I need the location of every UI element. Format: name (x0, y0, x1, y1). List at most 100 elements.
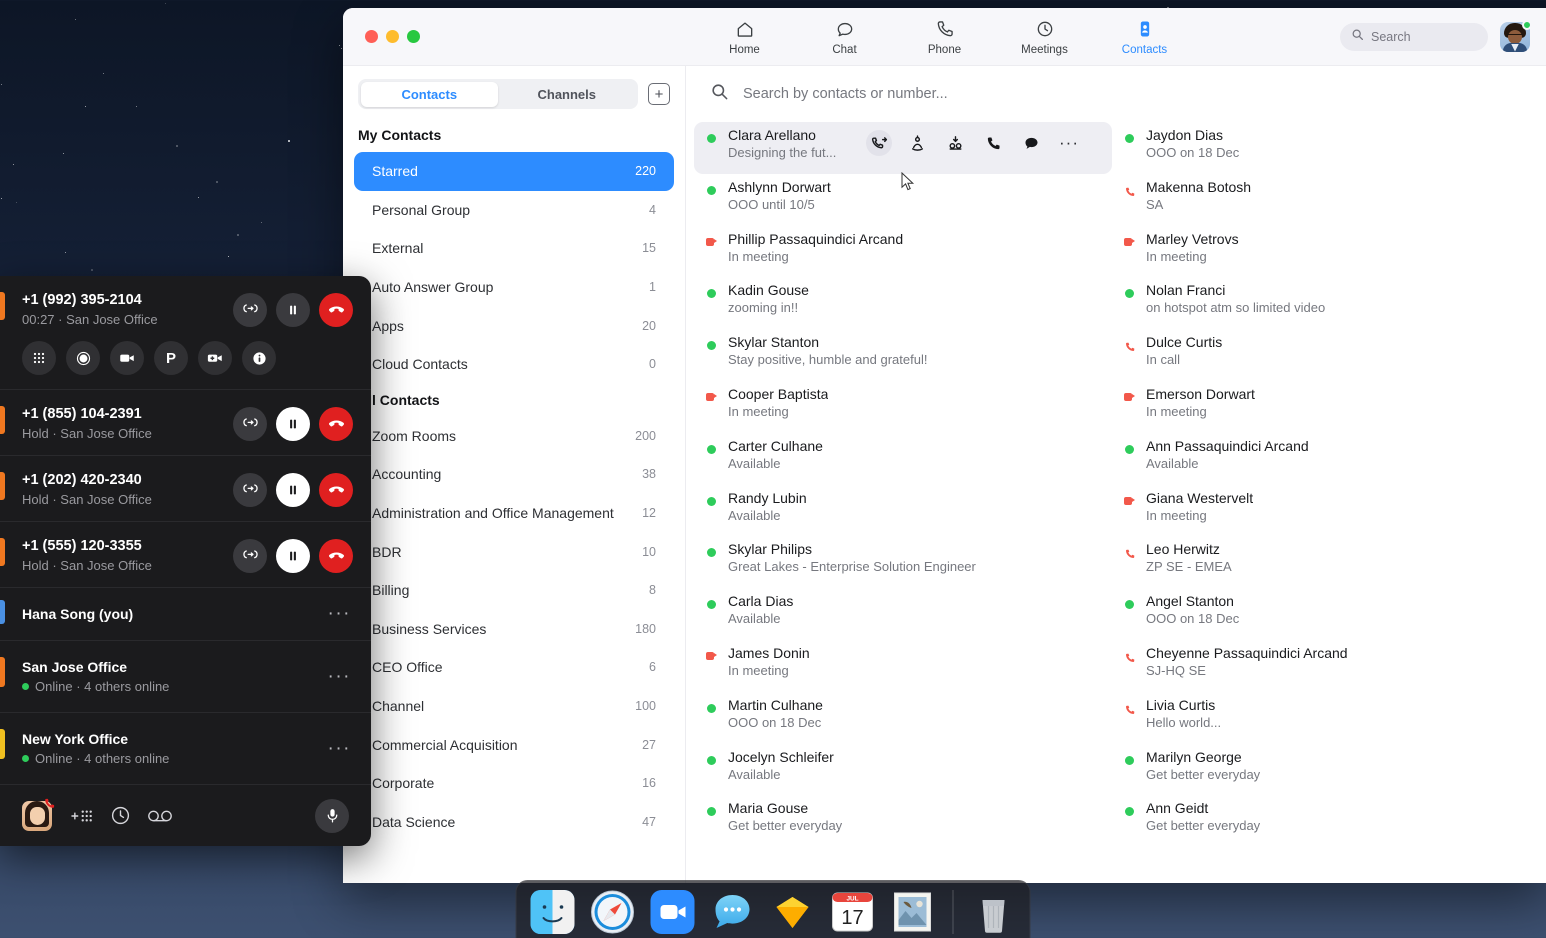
line-more-options-icon[interactable]: ··· (326, 741, 353, 757)
contacts-search-bar[interactable]: Search by contacts or number... (686, 66, 1546, 122)
contact-row[interactable]: Kadin Gousezooming in!! (694, 277, 1112, 329)
dialpad-icon[interactable] (22, 341, 56, 375)
add-dialpad-icon[interactable] (68, 807, 94, 825)
zoom-icon[interactable] (651, 890, 695, 934)
contact-row[interactable]: Nolan Francion hotspot atm so limited vi… (1112, 277, 1530, 329)
tab-channels[interactable]: Channels (498, 82, 636, 107)
sidebar-group-ceo-office[interactable]: CEO Office6 (354, 648, 674, 687)
nav-item-phone[interactable]: Phone (914, 18, 976, 56)
park-icon[interactable]: P (154, 341, 188, 375)
sidebar-group-commercial-acquisition[interactable]: Commercial Acquisition27 (354, 725, 674, 764)
contact-group-list[interactable]: My ContactsStarred220Personal Group4Exte… (343, 119, 685, 883)
contact-row[interactable]: Livia CurtisHello world... (1112, 692, 1530, 744)
contact-row[interactable]: Emerson DorwartIn meeting (1112, 381, 1530, 433)
transfer-call-button[interactable] (233, 293, 267, 327)
contact-row[interactable]: Makenna BotoshSA (1112, 174, 1530, 226)
history-clock-icon[interactable] (110, 805, 131, 826)
contact-row[interactable]: Angel StantonOOO on 18 Dec (1112, 588, 1530, 640)
contact-row[interactable]: Marilyn GeorgeGet better everyday (1112, 744, 1530, 796)
sidebar-group-starred[interactable]: Starred220 (354, 152, 674, 191)
end-call-button[interactable] (319, 539, 353, 573)
contact-row[interactable]: Ashlynn DorwartOOO until 10/5 (694, 174, 1112, 226)
sidebar-group-billing[interactable]: Billing8 (354, 571, 674, 610)
sidebar-group-personal-group[interactable]: Personal Group4 (354, 191, 674, 230)
contact-row[interactable]: Carter CulhaneAvailable (694, 433, 1112, 485)
safari-icon[interactable] (591, 890, 635, 934)
contact-row[interactable]: Dulce CurtisIn call (1112, 329, 1530, 381)
record-icon[interactable] (66, 341, 100, 375)
end-call-button[interactable] (319, 407, 353, 441)
end-call-button[interactable] (319, 473, 353, 507)
voicemail-icon[interactable] (147, 808, 173, 824)
photos-stamp-icon[interactable] (891, 890, 935, 934)
resume-button[interactable] (276, 473, 310, 507)
contact-row[interactable]: Ann GeidtGet better everyday (1112, 795, 1530, 847)
calendar-icon[interactable]: JUL17 (831, 890, 875, 934)
call-transfer-icon[interactable] (866, 130, 892, 156)
sketch-icon[interactable] (771, 890, 815, 934)
phone-call-icon[interactable] (980, 130, 1006, 156)
sidebar-group-administration-and-office-management[interactable]: Administration and Office Management12 (354, 494, 674, 533)
line-more-options-icon[interactable]: ··· (326, 606, 353, 622)
contact-row[interactable]: Skylar PhilipsGreat Lakes - Enterprise S… (694, 536, 1112, 588)
microphone-icon[interactable] (315, 799, 349, 833)
sidebar-group-data-science[interactable]: Data Science47 (354, 803, 674, 842)
contact-row[interactable]: James DoninIn meeting (694, 640, 1112, 692)
active-call-item[interactable]: +1 (555) 120-3355Hold · San Jose Office (0, 522, 371, 588)
user-avatar-small[interactable] (22, 801, 52, 831)
contact-row[interactable]: Carla DiasAvailable (694, 588, 1112, 640)
add-contact-button[interactable]: + (648, 83, 670, 105)
finder-icon[interactable] (531, 890, 575, 934)
sidebar-group-external[interactable]: External15 (354, 229, 674, 268)
trash-icon[interactable] (972, 890, 1016, 934)
sidebar-group-bdr[interactable]: BDR10 (354, 532, 674, 571)
contact-row[interactable]: Jocelyn SchleiferAvailable (694, 744, 1112, 796)
nav-item-chat[interactable]: Chat (814, 18, 876, 56)
contact-row[interactable]: Cooper BaptistaIn meeting (694, 381, 1112, 433)
contact-row[interactable]: Martin CulhaneOOO on 18 Dec (694, 692, 1112, 744)
phone-line-item[interactable]: Hana Song (you)··· (0, 588, 371, 641)
sidebar-group-corporate[interactable]: Corporate16 (354, 764, 674, 803)
invite-to-meeting-icon[interactable] (904, 130, 930, 156)
transfer-call-button[interactable] (233, 473, 267, 507)
transfer-call-button[interactable] (233, 407, 267, 441)
contact-row[interactable]: Maria GouseGet better everyday (694, 795, 1112, 847)
sidebar-group-auto-answer-group[interactable]: Auto Answer Group1 (354, 268, 674, 307)
hold-button[interactable] (276, 293, 310, 327)
tab-contacts[interactable]: Contacts (361, 82, 499, 107)
more-options-icon[interactable]: ··· (1056, 130, 1082, 156)
contact-row[interactable]: Skylar StantonStay positive, humble and … (694, 329, 1112, 381)
contact-row[interactable]: Ann Passaquindici ArcandAvailable (1112, 433, 1530, 485)
contact-row[interactable]: Giana WesterveltIn meeting (1112, 485, 1530, 537)
contact-row[interactable]: Randy LubinAvailable (694, 485, 1112, 537)
contact-row[interactable]: Marley VetrovsIn meeting (1112, 226, 1530, 278)
resume-button[interactable] (276, 539, 310, 573)
contact-row[interactable]: Phillip Passaquindici ArcandIn meeting (694, 226, 1112, 278)
nav-item-home[interactable]: Home (714, 18, 776, 56)
phone-line-item[interactable]: New York OfficeOnline · 4 others online·… (0, 713, 371, 785)
resume-button[interactable] (276, 407, 310, 441)
sidebar-group-cloud-contacts[interactable]: Cloud Contacts0 (354, 345, 674, 384)
sidebar-group-business-services[interactable]: Business Services180 (354, 610, 674, 649)
phone-line-item[interactable]: San Jose OfficeOnline · 4 others online·… (0, 641, 371, 713)
add-video-icon[interactable] (198, 341, 232, 375)
active-call-item[interactable]: +1 (202) 420-2340Hold · San Jose Office (0, 456, 371, 522)
user-avatar-button[interactable] (1500, 22, 1530, 52)
chat-icon[interactable] (1018, 130, 1044, 156)
nav-item-contacts[interactable]: Contacts (1114, 18, 1176, 56)
video-icon[interactable] (110, 341, 144, 375)
info-icon[interactable] (242, 341, 276, 375)
active-call-item[interactable]: +1 (992) 395-210400:27 · San Jose Office… (0, 276, 371, 390)
end-call-button[interactable] (319, 293, 353, 327)
contact-row[interactable]: Clara ArellanoDesigning the fut...··· (694, 122, 1112, 174)
active-call-item[interactable]: +1 (855) 104-2391Hold · San Jose Office (0, 390, 371, 456)
messages-icon[interactable] (711, 890, 755, 934)
line-more-options-icon[interactable]: ··· (326, 669, 353, 685)
nav-item-meetings[interactable]: Meetings (1014, 18, 1076, 56)
sidebar-group-accounting[interactable]: Accounting38 (354, 455, 674, 494)
park-call-icon[interactable] (942, 130, 968, 156)
sidebar-group-zoom-rooms[interactable]: Zoom Rooms200 (354, 417, 674, 456)
sidebar-group-channel[interactable]: Channel100 (354, 687, 674, 726)
contact-row[interactable]: Leo HerwitzZP SE - EMEA (1112, 536, 1530, 588)
contact-row[interactable]: Cheyenne Passaquindici ArcandSJ-HQ SE (1112, 640, 1530, 692)
